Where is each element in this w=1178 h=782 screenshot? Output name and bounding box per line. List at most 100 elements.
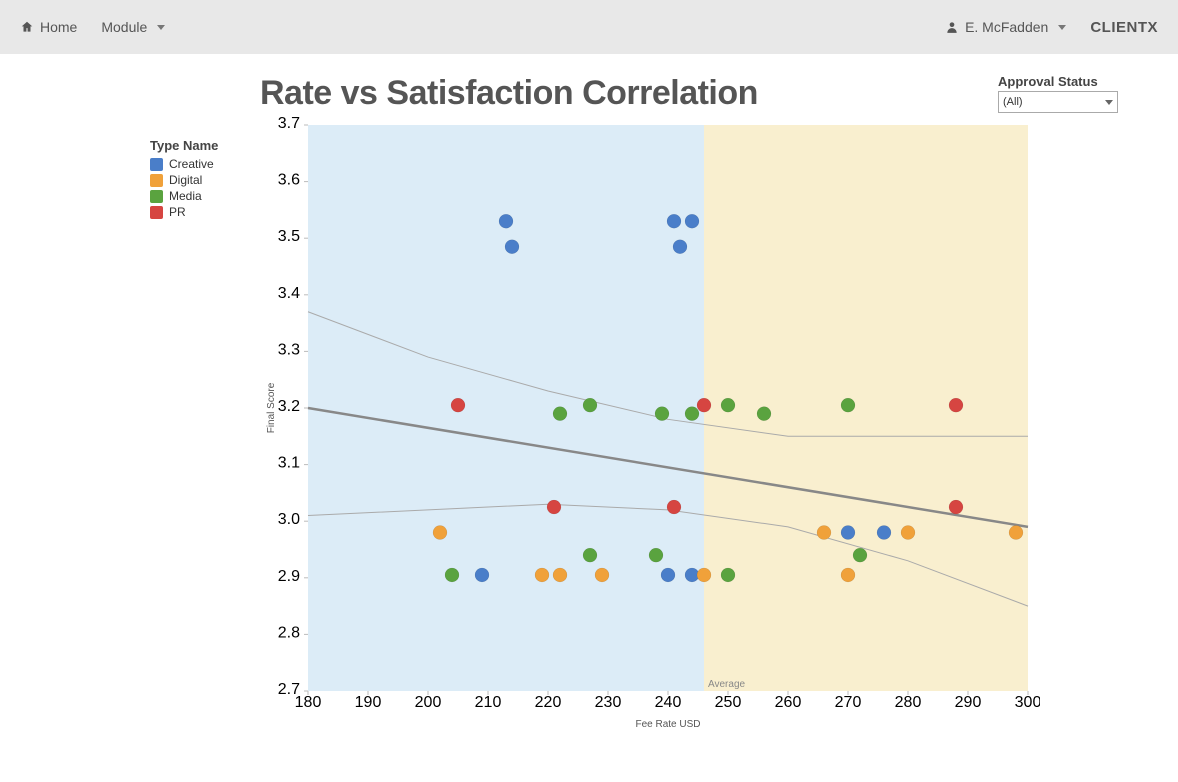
x-tick-label: 230 [595, 694, 622, 711]
filter-select[interactable]: (All) [998, 91, 1118, 113]
data-point[interactable] [583, 548, 597, 562]
data-point[interactable] [901, 526, 915, 540]
y-tick-label: 3.1 [278, 455, 300, 472]
data-point[interactable] [697, 568, 711, 582]
y-tick-label: 2.9 [278, 568, 300, 585]
legend-title: Type Name [150, 138, 240, 153]
legend-item[interactable]: Creative [150, 157, 240, 171]
data-point[interactable] [475, 568, 489, 582]
page-title: Rate vs Satisfaction Correlation [260, 74, 758, 113]
legend-item-label: Digital [169, 173, 202, 187]
data-point[interactable] [661, 568, 675, 582]
data-point[interactable] [451, 398, 465, 412]
x-tick-label: 300 [1015, 694, 1040, 711]
data-point[interactable] [949, 398, 963, 412]
x-tick-label: 290 [955, 694, 982, 711]
y-tick-label: 3.3 [278, 341, 300, 358]
y-tick-label: 3.6 [278, 172, 300, 189]
user-icon [945, 20, 959, 34]
scatter-chart: 2.72.82.93.03.13.23.33.43.53.63.71801902… [260, 117, 1040, 737]
data-point[interactable] [547, 500, 561, 514]
x-tick-label: 200 [415, 694, 442, 711]
data-point[interactable] [841, 568, 855, 582]
data-point[interactable] [667, 500, 681, 514]
legend-item[interactable]: PR [150, 205, 240, 219]
data-point[interactable] [721, 568, 735, 582]
x-tick-label: 260 [775, 694, 802, 711]
nav-module-label: Module [101, 19, 147, 35]
header-row: Rate vs Satisfaction Correlation Approva… [260, 74, 1118, 113]
data-point[interactable] [583, 398, 597, 412]
y-axis-label: Final Score [266, 382, 277, 433]
x-tick-label: 180 [295, 694, 322, 711]
nav-module[interactable]: Module [101, 19, 165, 35]
main: Type Name Creative Digital Media PR Rate vs… [0, 54, 1178, 757]
legend-swatch [150, 190, 163, 203]
legend-item[interactable]: Digital [150, 173, 240, 187]
y-tick-label: 3.5 [278, 228, 300, 245]
data-point[interactable] [499, 214, 513, 228]
data-point[interactable] [667, 214, 681, 228]
nav-home[interactable]: Home [20, 19, 77, 35]
topbar-right: E. McFadden CLIENTX [945, 19, 1158, 36]
data-point[interactable] [877, 526, 891, 540]
data-point[interactable] [433, 526, 447, 540]
nav-home-label: Home [40, 19, 77, 35]
y-tick-label: 2.8 [278, 624, 300, 641]
x-tick-label: 190 [355, 694, 382, 711]
data-point[interactable] [757, 407, 771, 421]
chart-bg-band [308, 125, 704, 691]
data-point[interactable] [595, 568, 609, 582]
x-tick-label: 250 [715, 694, 742, 711]
data-point[interactable] [553, 407, 567, 421]
chart-column: Rate vs Satisfaction Correlation Approva… [260, 74, 1118, 737]
legend-item[interactable]: Media [150, 189, 240, 203]
filter-label: Approval Status [998, 74, 1118, 89]
x-tick-label: 280 [895, 694, 922, 711]
filter-approval-status: Approval Status (All) [998, 74, 1118, 113]
data-point[interactable] [553, 568, 567, 582]
data-point[interactable] [697, 398, 711, 412]
legend-item-label: Creative [169, 157, 214, 171]
data-point[interactable] [721, 398, 735, 412]
chart: 2.72.82.93.03.13.23.33.43.53.63.71801902… [260, 117, 1118, 737]
legend: Type Name Creative Digital Media PR [150, 74, 240, 737]
legend-swatch [150, 206, 163, 219]
legend-swatch [150, 158, 163, 171]
home-icon [20, 20, 34, 34]
x-tick-label: 220 [535, 694, 562, 711]
topbar: Home Module E. McFadden CLIENTX [0, 0, 1178, 54]
data-point[interactable] [505, 240, 519, 254]
legend-item-label: Media [169, 189, 202, 203]
data-point[interactable] [535, 568, 549, 582]
data-point[interactable] [1009, 526, 1023, 540]
data-point[interactable] [685, 214, 699, 228]
data-point[interactable] [655, 407, 669, 421]
average-label: Average [708, 679, 746, 690]
user-name: E. McFadden [965, 19, 1048, 35]
chevron-down-icon [1058, 25, 1066, 30]
x-tick-label: 270 [835, 694, 862, 711]
y-tick-label: 3.7 [278, 117, 300, 132]
data-point[interactable] [841, 398, 855, 412]
data-point[interactable] [649, 548, 663, 562]
data-point[interactable] [673, 240, 687, 254]
x-tick-label: 210 [475, 694, 502, 711]
data-point[interactable] [445, 568, 459, 582]
chevron-down-icon [157, 25, 165, 30]
y-tick-label: 3.4 [278, 285, 300, 302]
chart-bg-band [704, 125, 1028, 691]
user-menu[interactable]: E. McFadden [945, 19, 1066, 35]
filter-value: (All) [1003, 96, 1023, 108]
y-tick-label: 3.2 [278, 398, 300, 415]
data-point[interactable] [817, 526, 831, 540]
data-point[interactable] [949, 500, 963, 514]
data-point[interactable] [841, 526, 855, 540]
legend-item-label: PR [169, 205, 186, 219]
topbar-left: Home Module [20, 19, 165, 35]
y-tick-label: 3.0 [278, 511, 300, 528]
x-tick-label: 240 [655, 694, 682, 711]
data-point[interactable] [853, 548, 867, 562]
data-point[interactable] [685, 407, 699, 421]
brand-logo: CLIENTX [1090, 19, 1158, 36]
